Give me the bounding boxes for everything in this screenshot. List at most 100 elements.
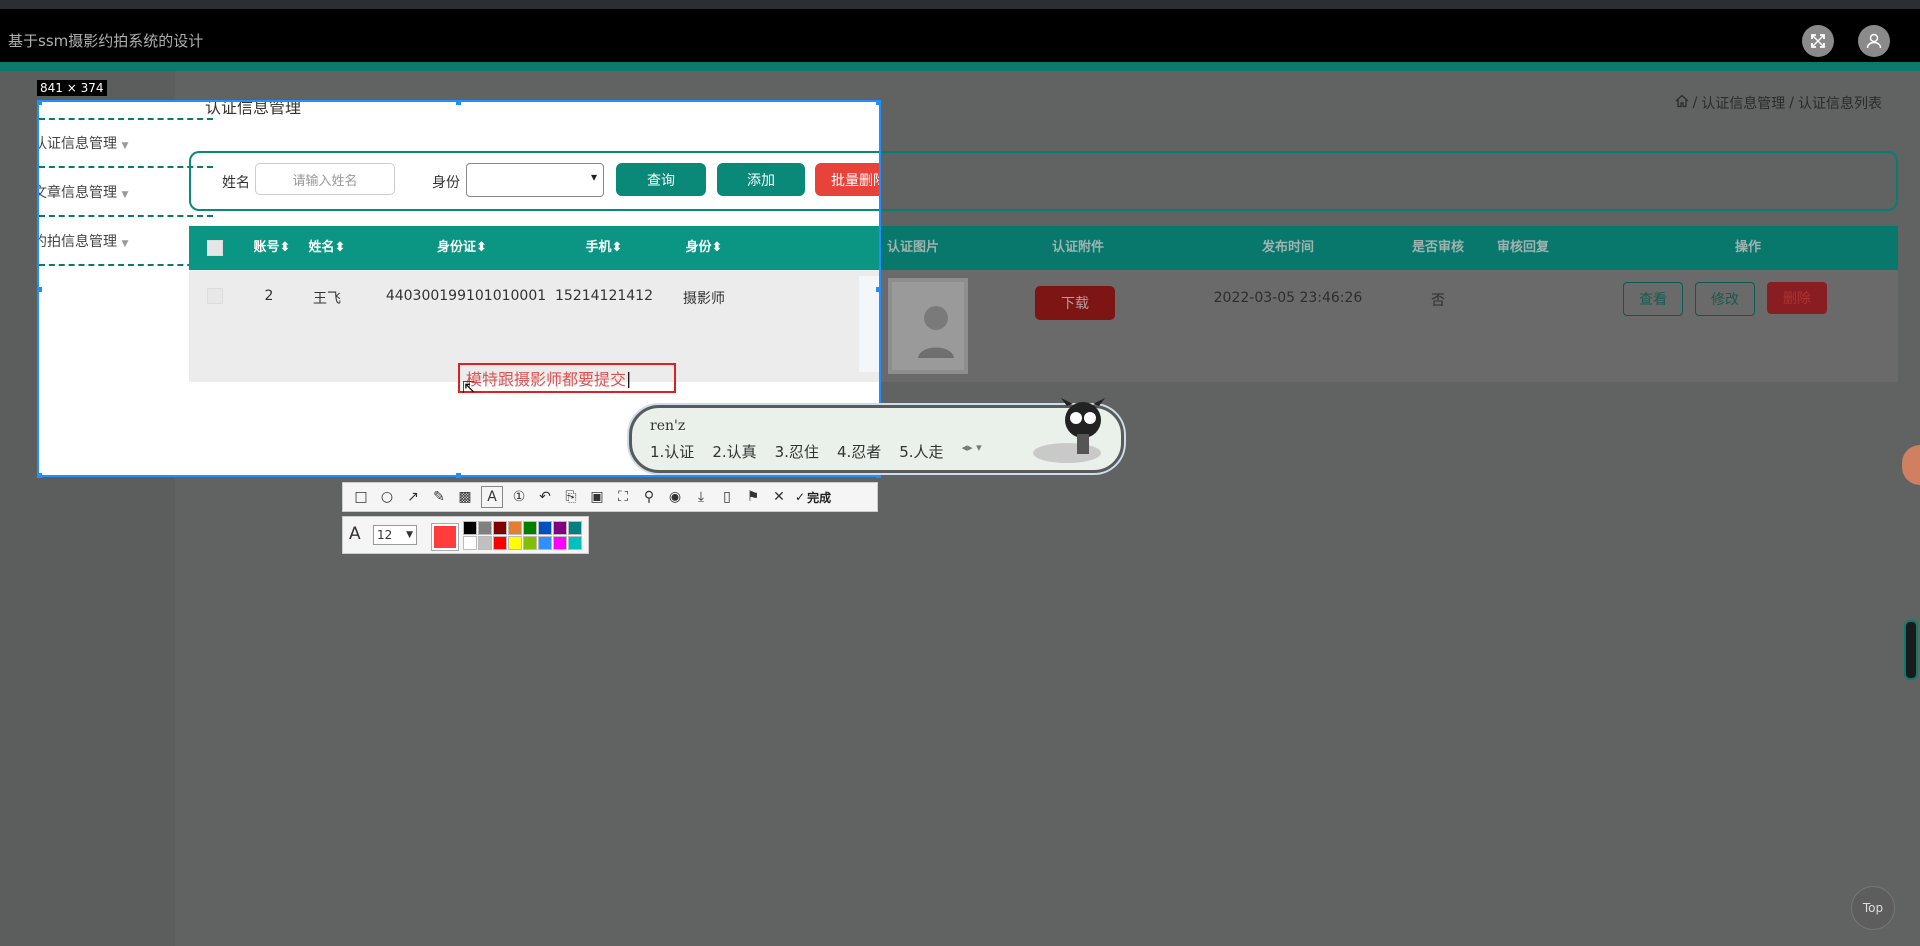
breadcrumb-item-auth-management[interactable]: 认证信息管理 [1701, 93, 1785, 113]
sidebar-item-articles[interactable]: 文章信息管理 ▼ [39, 182, 128, 202]
annotation-text: 模特跟摄影师都要提交 [466, 370, 627, 389]
fullscreen-icon[interactable] [1802, 25, 1834, 57]
col-phone[interactable]: 手机⬍ [559, 226, 649, 270]
color-swatch[interactable] [508, 536, 522, 550]
resize-handle[interactable] [37, 100, 42, 105]
phone-icon[interactable]: ▯ [717, 487, 737, 507]
add-button[interactable]: 添加 [717, 163, 805, 196]
resize-handle[interactable] [456, 473, 461, 478]
pencil-icon[interactable]: ✎ [429, 487, 449, 507]
color-swatch[interactable] [463, 521, 477, 535]
query-button[interactable]: 查询 [616, 163, 706, 196]
ime-page-arrows-icon[interactable]: ◂▸ ▾ [962, 441, 982, 462]
resize-handle[interactable] [37, 287, 42, 292]
scroll-indicator[interactable] [1904, 620, 1918, 680]
color-swatch[interactable] [523, 521, 537, 535]
auth-image-thumbnail[interactable] [888, 278, 968, 374]
batch-delete-button[interactable]: 批量删除 [815, 163, 879, 196]
ellipse-icon[interactable]: ○ [377, 487, 397, 507]
role-label: 身份 [432, 175, 460, 191]
app-title: 基于ssm摄影约拍系统的设计 [8, 32, 204, 50]
col-actions: 操作 [1734, 240, 1761, 255]
ime-candidate-window: ren'z 1.认证 2.认真 3.忍住 4.忍者 5.人走 ◂▸ ▾ [629, 398, 1124, 473]
annotation-text-box[interactable]: 模特跟摄影师都要提交 | [458, 363, 676, 393]
resize-handle[interactable] [876, 287, 881, 292]
col-audit-reply: 审核回复 [1496, 240, 1549, 255]
color-swatch[interactable] [538, 536, 552, 550]
header-accent-line [0, 62, 1920, 71]
translate-icon[interactable]: ⎘ [561, 487, 581, 507]
color-swatch[interactable] [538, 521, 552, 535]
sidebar-item-auth[interactable]: 认证信息管理 ▼ [39, 133, 128, 153]
download-icon[interactable]: ⤓ [691, 487, 711, 507]
table-header: 账号⬍ 姓名⬍ 身份证⬍ 手机⬍ 身份⬍ [189, 226, 879, 270]
number-marker-icon[interactable]: ① [509, 487, 529, 507]
resize-handle[interactable] [456, 100, 461, 105]
row-checkbox[interactable] [207, 288, 223, 304]
resize-handle[interactable] [876, 100, 881, 105]
col-id-card[interactable]: 身份证⬍ [387, 226, 537, 270]
selection-size-label: 841 × 374 [37, 80, 107, 96]
record-icon[interactable]: ◉ [665, 487, 685, 507]
table-row: 下载 2022-03-05 23:46:26 否 查看 修改 删除 [878, 270, 1898, 382]
sidebar-item-shoots[interactable]: 约拍信息管理 ▼ [39, 231, 128, 251]
ime-candidate[interactable]: 4.忍者 [837, 441, 881, 462]
ime-candidate[interactable]: 1.认证 [650, 441, 694, 462]
view-button[interactable]: 查看 [1623, 282, 1683, 316]
edit-button[interactable]: 修改 [1695, 282, 1755, 316]
pin-icon[interactable]: ⚲ [639, 487, 659, 507]
window-top-strip [0, 0, 1920, 9]
col-account[interactable]: 账号⬍ [247, 226, 297, 270]
text-tool-icon[interactable]: A [481, 486, 503, 508]
home-icon[interactable] [1675, 94, 1689, 112]
undo-icon[interactable]: ↶ [535, 487, 555, 507]
done-button[interactable]: ✓ 完成 [795, 489, 831, 506]
chevron-down-icon: ▼ [121, 239, 129, 249]
color-swatch[interactable] [553, 521, 567, 535]
color-swatch[interactable] [508, 521, 522, 535]
breadcrumb-item-auth-list: 认证信息列表 [1798, 96, 1882, 112]
resize-handle[interactable] [37, 473, 42, 478]
arrow-icon[interactable]: ↗ [403, 487, 423, 507]
col-name[interactable]: 姓名⬍ [302, 226, 352, 270]
cell-role: 摄影师 [683, 291, 725, 307]
col-auth-image: 认证图片 [886, 240, 939, 255]
resize-handle[interactable] [876, 473, 881, 478]
ocr-icon[interactable]: ▣ [587, 487, 607, 507]
bookmark-icon[interactable]: ⚑ [743, 487, 763, 507]
done-label: 完成 [807, 490, 832, 505]
color-swatch[interactable] [523, 536, 537, 550]
delete-button[interactable]: 删除 [1767, 282, 1827, 314]
color-swatch[interactable] [553, 536, 567, 550]
ime-candidate[interactable]: 2.认真 [712, 441, 756, 462]
col-publish-time[interactable]: 发布时间 [1208, 226, 1368, 270]
select-all-checkbox[interactable] [207, 240, 223, 256]
sidebar-item-label: 认证信息管理 [39, 136, 117, 152]
mouse-cursor-icon: ⇱ [462, 378, 476, 397]
rectangle-icon[interactable]: □ [351, 487, 371, 507]
text-style-toolbar: A 12 ▼ [342, 516, 589, 554]
color-swatch[interactable] [493, 521, 507, 535]
color-swatch[interactable] [568, 536, 582, 550]
color-swatch[interactable] [568, 521, 582, 535]
color-swatch[interactable] [478, 536, 492, 550]
chevron-down-icon: ▼ [406, 530, 413, 540]
font-size-select[interactable]: 12 ▼ [373, 525, 417, 545]
col-role[interactable]: 身份⬍ [674, 226, 734, 270]
ime-candidate[interactable]: 3.忍住 [775, 441, 819, 462]
user-icon[interactable] [1858, 25, 1890, 57]
mosaic-icon[interactable]: ▩ [455, 487, 475, 507]
cell-audited: 否 [1431, 293, 1445, 309]
back-to-top-button[interactable]: Top [1851, 886, 1895, 930]
ime-candidate[interactable]: 5.人走 [899, 441, 943, 462]
name-search-input[interactable]: 请输入姓名 [255, 163, 395, 195]
role-select[interactable]: ▾ [466, 163, 604, 197]
current-color-swatch[interactable] [431, 523, 459, 551]
color-swatch[interactable] [463, 536, 477, 550]
sidebar-divider [39, 166, 213, 168]
long-screenshot-icon[interactable]: ⛶ [613, 487, 633, 507]
color-swatch[interactable] [493, 536, 507, 550]
close-icon[interactable]: ✕ [769, 487, 789, 507]
color-swatch[interactable] [478, 521, 492, 535]
download-button[interactable]: 下载 [1035, 286, 1115, 320]
